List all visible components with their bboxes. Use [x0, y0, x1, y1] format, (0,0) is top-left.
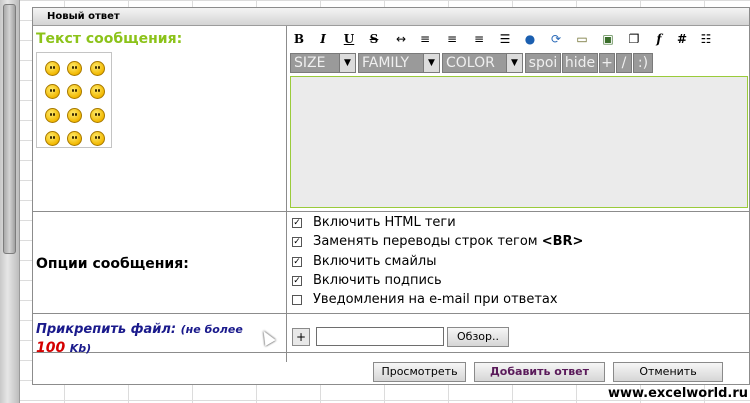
checkbox[interactable]: ✓ — [292, 257, 302, 267]
checkbox[interactable]: ✓ — [292, 218, 302, 228]
preview-button[interactable]: Просмотреть — [373, 362, 466, 382]
plus-button[interactable]: + — [599, 53, 615, 73]
smiley-wink-icon[interactable] — [67, 84, 82, 99]
smiley-sad-icon[interactable] — [45, 84, 60, 99]
attach-limit-value: 100 — [36, 340, 66, 356]
hide-button[interactable]: hide — [562, 53, 598, 73]
italic-icon[interactable]: I — [316, 31, 330, 47]
smiley-panel — [36, 52, 112, 148]
checkbox[interactable]: ✓ — [292, 237, 302, 247]
family-select[interactable]: FAMILY ▼ — [358, 53, 440, 73]
image-icon[interactable]: ▣ — [601, 31, 615, 47]
list-icon[interactable]: ☰ — [498, 31, 512, 47]
smiley-happy-icon[interactable] — [67, 108, 82, 123]
option-label: Включить смайлы — [313, 254, 437, 269]
chevron-down-icon: ▼ — [423, 54, 439, 72]
color-select-label: COLOR — [446, 55, 495, 71]
form-title: Новый ответ — [33, 8, 749, 26]
attach-title: Прикрепить файл: — [36, 322, 177, 337]
underline-icon[interactable]: U — [342, 31, 356, 47]
code-icon[interactable]: # — [675, 31, 689, 47]
smiley-grin-icon[interactable] — [90, 131, 105, 146]
spoiler-button[interactable]: spoi — [525, 53, 561, 73]
font-icon[interactable]: f — [652, 31, 666, 47]
smiley-laugh-icon[interactable] — [67, 61, 82, 76]
option-label-group: Заменять переводы строк тегом <BR> — [313, 233, 583, 251]
reply-form: Новый ответ Текст сообщения: B I U S ↔ ≡… — [32, 7, 750, 385]
quote-icon[interactable]: ❐ — [627, 31, 641, 47]
smiley-angry-icon[interactable] — [45, 61, 60, 76]
image-small-icon[interactable]: ▭ — [575, 31, 589, 47]
message-textarea[interactable] — [290, 76, 748, 208]
site-watermark: www.excelworld.ru — [607, 386, 748, 401]
vertical-scrollbar[interactable] — [0, 0, 20, 403]
add-file-button[interactable]: + — [292, 328, 310, 346]
attach-limit-prefix: (не более — [180, 323, 243, 336]
color-select[interactable]: COLOR ▼ — [442, 53, 523, 73]
smiley-neutral-icon[interactable] — [45, 108, 60, 123]
option-label: Включить подпись — [313, 273, 442, 288]
options-label: Опции сообщения: — [36, 256, 189, 272]
align-center-icon[interactable]: ≡ — [445, 31, 459, 47]
align-right-icon[interactable]: ≡ — [472, 31, 486, 47]
smiles-button[interactable]: :) — [633, 53, 653, 73]
cancel-button[interactable]: Отменить — [613, 362, 723, 382]
table-icon[interactable]: ☷ — [697, 31, 715, 47]
attach-label: Прикрепить файл: (не более 100 Kb) — [36, 320, 276, 358]
size-select-label: SIZE — [294, 55, 326, 71]
option-label: Уведомления на e-mail при ответах — [313, 292, 558, 307]
column-divider — [286, 26, 287, 362]
attach-limit-unit: Kb) — [69, 342, 92, 355]
smiley-cool-icon[interactable] — [90, 61, 105, 76]
scrollbar-thumb[interactable] — [3, 4, 16, 254]
chevron-down-icon: ▼ — [506, 54, 522, 72]
checkbox[interactable]: ✓ — [292, 276, 302, 286]
align-left-icon[interactable]: ≡ — [418, 31, 432, 47]
family-select-label: FAMILY — [362, 55, 410, 71]
size-select[interactable]: SIZE ▼ — [290, 53, 356, 73]
chevron-down-icon: ▼ — [339, 54, 355, 72]
message-label: Текст сообщения: — [36, 31, 183, 47]
option-label: Включить HTML теги — [313, 215, 456, 230]
row-divider — [33, 313, 749, 314]
option-tag: <BR> — [541, 234, 584, 249]
submit-reply-button[interactable]: Добавить ответ — [474, 362, 605, 382]
close-tag-button[interactable]: / — [616, 53, 632, 73]
checkbox[interactable] — [292, 295, 302, 305]
strikethrough-icon[interactable]: S — [367, 31, 381, 47]
link-globe-icon[interactable]: ● — [523, 31, 537, 47]
smiley-confused-icon[interactable] — [67, 131, 82, 146]
option-label: Заменять переводы строк тегом — [313, 234, 542, 249]
smiley-smile-icon[interactable] — [90, 84, 105, 99]
row-divider — [33, 211, 749, 212]
refresh-icon[interactable]: ⟳ — [549, 31, 563, 47]
file-path-input[interactable] — [316, 327, 444, 346]
smiley-surprised-icon[interactable] — [90, 108, 105, 123]
smiley-tongue-icon[interactable] — [45, 131, 60, 146]
bold-icon[interactable]: B — [292, 31, 306, 47]
horizontal-rule-icon[interactable]: ↔ — [391, 31, 411, 47]
browse-button[interactable]: Обзор.. — [447, 327, 509, 347]
